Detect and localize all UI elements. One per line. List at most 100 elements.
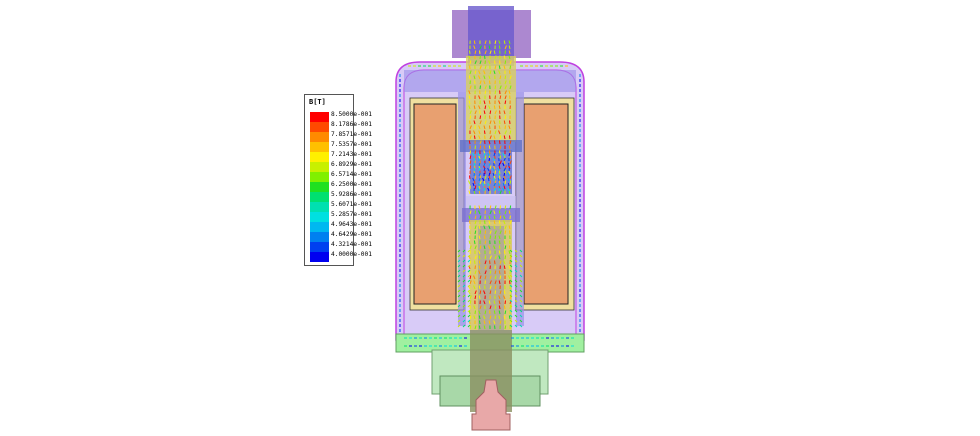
legend-label: 4.9643e-001 — [331, 221, 372, 228]
flux-arrow — [499, 135, 502, 140]
legend-title: B[T] — [309, 98, 326, 106]
flux-arrow — [474, 295, 477, 300]
flux-arrow — [469, 115, 472, 120]
flux-arrow — [473, 135, 476, 140]
legend-label: 5.9286e-001 — [331, 191, 372, 198]
flux-arrow — [479, 230, 482, 235]
flux-arrow — [493, 310, 496, 315]
flux-arrow — [474, 150, 477, 155]
flux-arrow — [503, 290, 506, 295]
flux-arrow — [499, 95, 502, 100]
flux-arrow — [488, 157, 491, 162]
legend-label: 7.8571e-001 — [331, 131, 372, 138]
legend-swatch — [310, 172, 329, 182]
color-legend: B[T] 8.5000e-001 8.1786e-001 7.8571e-001 7.… — [304, 94, 372, 266]
flux-arrow — [488, 150, 491, 155]
coil-right — [523, 103, 569, 305]
flux-arrow — [489, 180, 492, 185]
flux-arrow — [509, 205, 512, 210]
flux-arrow — [503, 265, 506, 270]
flux-arrow — [498, 65, 501, 70]
flux-arrow — [469, 260, 472, 265]
flux-arrow — [494, 260, 496, 265]
flux-arrow — [498, 150, 501, 155]
flux-arrow — [473, 167, 476, 172]
flux-arrow — [484, 230, 487, 235]
flux-arrow — [494, 290, 497, 295]
flux-arrow — [484, 105, 487, 110]
legend-swatch — [310, 132, 329, 142]
legend-swatch — [310, 232, 329, 242]
flux-arrow — [498, 220, 501, 225]
flux-arrow — [494, 315, 497, 320]
flux-arrow — [497, 172, 500, 177]
flux-arrow — [498, 140, 501, 145]
flux-arrow — [468, 75, 471, 80]
flux-arrow — [507, 182, 510, 187]
flux-arrow — [493, 325, 496, 330]
legend-swatches — [310, 112, 329, 262]
flux-arrow — [504, 75, 507, 80]
legend-swatch — [310, 202, 329, 212]
flux-arrow — [503, 305, 506, 310]
flux-arrow — [499, 155, 502, 160]
flux-arrow — [479, 85, 482, 90]
legend-swatch — [310, 182, 329, 192]
flux-arrow — [493, 140, 496, 145]
legend-label: 8.1786e-001 — [331, 121, 372, 128]
legend-label: 4.3214e-001 — [331, 241, 372, 248]
flux-arrow — [488, 172, 491, 177]
flux-arrow — [483, 235, 486, 240]
flux-arrow — [497, 177, 500, 182]
flux-arrow — [483, 130, 486, 135]
legend-swatch — [310, 242, 329, 252]
flux-arrow — [488, 80, 491, 85]
flux-arrow — [469, 150, 472, 155]
flux-arrow — [504, 115, 507, 120]
flux-arrow — [509, 65, 512, 70]
legend-label: 7.5357e-001 — [331, 141, 372, 148]
legend-label: 6.2500e-001 — [331, 181, 372, 188]
legend-label: 5.6071e-001 — [331, 201, 372, 208]
flux-arrow — [494, 90, 497, 95]
solenoid-flux-diagram — [395, 6, 585, 431]
flux-arrow — [504, 255, 507, 260]
flux-arrow — [504, 100, 507, 105]
flux-arrow — [489, 235, 492, 240]
flux-arrow — [468, 175, 471, 180]
legend-swatch — [310, 112, 329, 122]
flux-arrow — [479, 115, 482, 120]
legend-swatch — [310, 152, 329, 162]
legend-label: 4.6429e-001 — [331, 231, 372, 238]
flux-arrow — [484, 255, 487, 260]
flux-arrow — [493, 105, 496, 110]
flux-arrow — [508, 315, 511, 320]
coil-left — [413, 103, 457, 305]
flux-arrow — [489, 110, 492, 115]
legend-labels: 8.5000e-001 8.1786e-001 7.8571e-001 7.5357e… — [331, 110, 372, 260]
legend-swatch — [310, 122, 329, 132]
flux-arrow — [478, 320, 481, 325]
flux-arrow — [498, 245, 501, 250]
flux-arrow — [474, 155, 477, 160]
flux-arrow — [483, 187, 486, 192]
flux-arrow — [504, 300, 507, 305]
flux-arrow — [508, 245, 511, 250]
flux-arrow — [489, 130, 492, 135]
flux-arrow — [483, 55, 486, 60]
flux-arrow — [494, 85, 497, 90]
legend-label: 7.2143e-001 — [331, 151, 372, 158]
flux-arrow — [474, 145, 477, 150]
flux-arrow — [473, 180, 476, 185]
flux-arrow — [479, 145, 482, 150]
flux-arrow — [494, 170, 497, 175]
flux-arrow — [504, 60, 507, 65]
legend-label: 6.5714e-001 — [331, 171, 372, 178]
flux-arrow — [498, 170, 501, 175]
flux-arrow — [502, 177, 505, 182]
flux-arrow — [508, 135, 511, 140]
legend-swatch — [310, 212, 329, 222]
flux-arrow — [488, 125, 491, 130]
plunger-head — [462, 208, 520, 222]
flux-arrow — [487, 177, 490, 182]
